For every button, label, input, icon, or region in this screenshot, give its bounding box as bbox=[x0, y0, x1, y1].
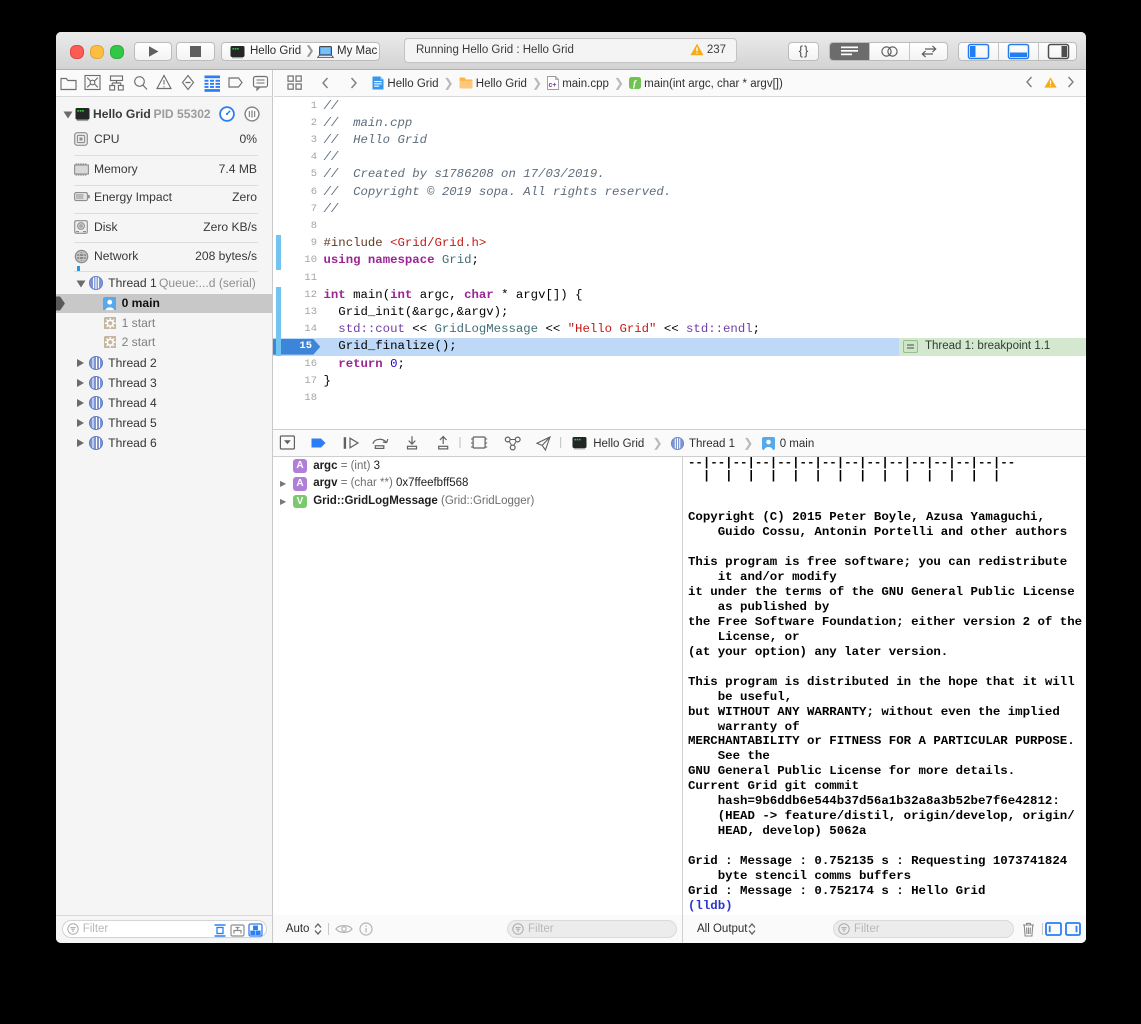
svg-text:c+: c+ bbox=[549, 82, 557, 89]
